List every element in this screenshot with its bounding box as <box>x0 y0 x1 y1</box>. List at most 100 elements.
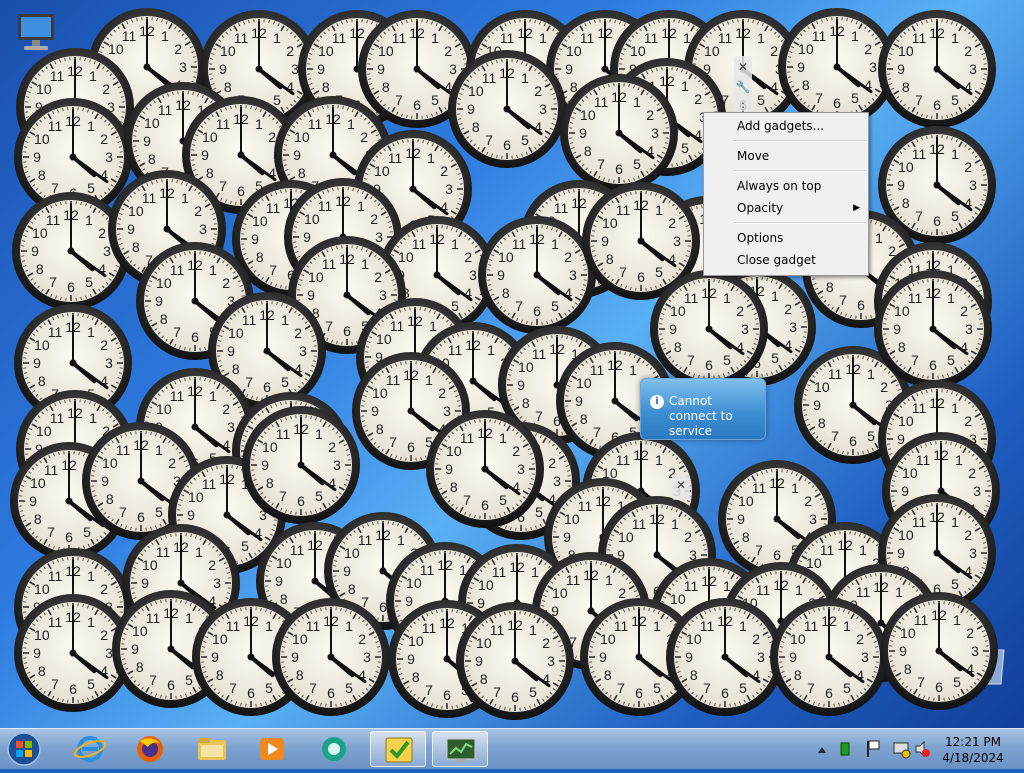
firefox-button[interactable] <box>122 731 178 767</box>
system-tray <box>812 729 932 769</box>
svg-text:7: 7 <box>389 434 397 450</box>
flag-icon[interactable] <box>867 741 879 757</box>
svg-text:1: 1 <box>487 342 495 358</box>
svg-text:1: 1 <box>671 516 679 532</box>
svg-text:2: 2 <box>100 337 108 353</box>
svg-text:9: 9 <box>737 511 745 527</box>
svg-text:8: 8 <box>148 151 156 167</box>
task-scheduler-button[interactable] <box>370 731 426 767</box>
menu-item-add-gadgets[interactable]: Add gadgets... <box>704 115 868 137</box>
svg-text:7: 7 <box>831 428 839 444</box>
menu-item-always-on-top[interactable]: Always on top <box>704 175 868 197</box>
svg-text:3: 3 <box>969 177 977 193</box>
clock-gadget[interactable]: 121234567891011 <box>240 404 362 526</box>
svg-text:2: 2 <box>964 413 972 429</box>
svg-text:5: 5 <box>551 298 559 314</box>
svg-text:3: 3 <box>105 149 113 165</box>
svg-text:2: 2 <box>286 43 294 59</box>
close-icon[interactable]: ✕ <box>734 58 752 76</box>
svg-text:11: 11 <box>512 236 527 252</box>
clock-gadget[interactable]: 121234567891011 <box>768 596 890 718</box>
clock-gadget[interactable]: 121234567891011 <box>454 600 576 722</box>
clock-gadget[interactable]: 121234567891011 <box>878 590 1000 712</box>
svg-text:6: 6 <box>833 95 841 111</box>
svg-text:5: 5 <box>281 374 289 390</box>
system-monitor-button[interactable] <box>432 731 488 767</box>
taskbar-date: 4/18/2024 <box>930 750 1016 766</box>
svg-text:1: 1 <box>209 262 217 278</box>
analog-clock-icon: 121234567891011 <box>270 596 392 718</box>
media-player-button[interactable] <box>244 731 300 767</box>
task-scheduler-icon <box>371 732 427 768</box>
clock-gadget[interactable]: 121234567891011 <box>558 72 680 194</box>
clock-gadget[interactable]: 121234567891011 <box>876 8 998 130</box>
menu-separator <box>734 170 866 172</box>
svg-text:9: 9 <box>467 101 475 117</box>
svg-text:5: 5 <box>431 92 439 108</box>
svg-text:2: 2 <box>694 91 702 107</box>
svg-text:1: 1 <box>521 70 529 86</box>
svg-text:11: 11 <box>48 324 63 340</box>
clock-gadget[interactable]: 121234567891011 <box>872 268 994 390</box>
svg-text:1: 1 <box>281 312 289 328</box>
svg-text:6: 6 <box>67 279 75 295</box>
svg-text:3: 3 <box>445 181 453 197</box>
close-icon[interactable]: ✕ <box>672 474 690 500</box>
taskbar-time: 12:21 PM <box>930 734 1016 750</box>
svg-text:3: 3 <box>199 221 207 237</box>
svg-text:7: 7 <box>815 90 823 106</box>
svg-text:11: 11 <box>390 318 405 334</box>
svg-text:11: 11 <box>500 30 515 46</box>
svg-text:7: 7 <box>687 352 695 368</box>
network-icon[interactable] <box>894 743 910 758</box>
svg-text:11: 11 <box>170 262 185 278</box>
windows-start-orb[interactable] <box>4 730 44 768</box>
wrench-icon[interactable]: 🔧 <box>734 78 752 96</box>
svg-text:11: 11 <box>912 514 927 530</box>
file-explorer-button[interactable] <box>184 731 240 767</box>
svg-text:2: 2 <box>646 107 654 123</box>
menu-item-move[interactable]: Move <box>704 145 868 167</box>
svg-text:1: 1 <box>315 426 323 442</box>
clock-gadget[interactable]: 121234567891011 <box>270 596 392 718</box>
svg-text:9: 9 <box>33 149 41 165</box>
battery-icon[interactable] <box>841 743 849 755</box>
menu-item-label: Always on top <box>737 179 821 193</box>
svg-text:1: 1 <box>771 288 779 304</box>
internet-explorer-button[interactable] <box>62 731 118 767</box>
svg-text:5: 5 <box>521 132 529 148</box>
svg-text:7: 7 <box>515 298 523 314</box>
menu-item-opacity[interactable]: Opacity▶ <box>704 197 868 219</box>
svg-text:1: 1 <box>629 362 637 378</box>
svg-text:3: 3 <box>673 233 681 249</box>
svg-text:5: 5 <box>85 274 93 290</box>
show-hidden-icons[interactable] <box>818 747 826 753</box>
svg-text:3: 3 <box>539 101 547 117</box>
taskbar-clock[interactable]: 12:21 PM 4/18/2024 <box>930 734 1016 766</box>
svg-text:9: 9 <box>201 147 209 163</box>
svg-text:11: 11 <box>116 442 131 458</box>
svg-text:6: 6 <box>481 497 489 513</box>
svg-text:11: 11 <box>332 30 347 46</box>
svg-text:2: 2 <box>804 493 812 509</box>
analog-clock-icon: 121234567891011 <box>872 268 994 390</box>
menu-item-options[interactable]: Options <box>704 227 868 249</box>
svg-text:3: 3 <box>969 61 977 77</box>
svg-text:8: 8 <box>502 285 510 301</box>
svg-text:11: 11 <box>308 116 323 132</box>
clock-gadget[interactable]: 121234567891011 <box>648 268 770 390</box>
svg-text:11: 11 <box>912 146 927 162</box>
svg-text:5: 5 <box>499 492 507 508</box>
menu-item-close-gadget[interactable]: Close gadget <box>704 249 868 271</box>
svg-text:2: 2 <box>864 41 872 57</box>
svg-text:7: 7 <box>463 492 471 508</box>
svg-text:2: 2 <box>100 131 108 147</box>
svg-text:11: 11 <box>388 150 403 166</box>
volume-muted-icon[interactable] <box>916 742 930 757</box>
svg-text:9: 9 <box>669 321 677 337</box>
svg-text:9: 9 <box>371 403 379 419</box>
svg-text:6: 6 <box>191 329 199 345</box>
svg-text:7: 7 <box>269 262 277 278</box>
svg-text:8: 8 <box>802 77 810 93</box>
green-app-button[interactable] <box>306 731 362 767</box>
